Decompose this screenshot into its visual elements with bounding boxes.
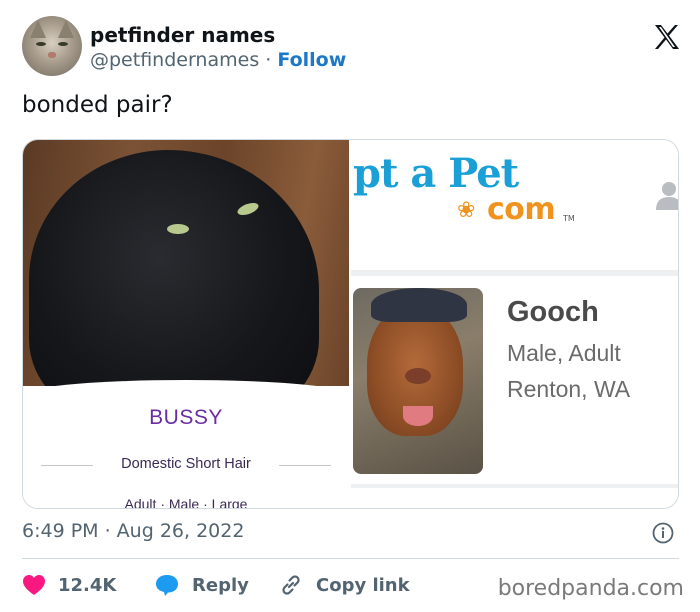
- heart-icon: [23, 575, 45, 595]
- handle-row: @petfindernames · Follow: [90, 49, 346, 71]
- pet-breed: Domestic Short Hair: [41, 456, 331, 472]
- copy-link-label: Copy link: [316, 574, 410, 596]
- pet-name-bussy: BUSSY: [149, 406, 223, 429]
- tweet-timestamp[interactable]: 6:49 PM · Aug 26, 2022: [22, 520, 244, 542]
- handle-separator: ·: [265, 49, 272, 71]
- adopt-a-pet-logo-com: com: [487, 192, 556, 227]
- reply-label: Reply: [192, 574, 249, 596]
- like-button[interactable]: 12.4K: [22, 570, 116, 600]
- watermark: boredpanda.com: [497, 576, 684, 601]
- dog-tongue: [403, 406, 433, 426]
- handle[interactable]: @petfindernames: [90, 49, 259, 71]
- pet-card-left: [23, 380, 349, 508]
- avatar-ear-left: [30, 20, 46, 38]
- pet-location: Renton, WA: [507, 376, 631, 402]
- speech-bubble-icon: [156, 575, 178, 596]
- pet-sex-age: Male, Adult: [507, 340, 621, 366]
- tweet-header: petfinder names @petfindernames · Follow: [22, 16, 682, 78]
- cat-eye-left: [167, 224, 189, 234]
- header-rule: [351, 270, 678, 276]
- cat-photo: [23, 140, 349, 386]
- adopt-a-pet-header: pt a Pet ❀ com TM: [351, 140, 678, 268]
- link-icon: [282, 575, 300, 595]
- user-silhouette-icon: [656, 182, 678, 210]
- avatar-nose: [48, 52, 56, 58]
- copy-link-button[interactable]: Copy link: [278, 570, 410, 600]
- reply-button[interactable]: Reply: [154, 570, 249, 600]
- paw-icon: ❀: [457, 198, 476, 223]
- follow-button[interactable]: Follow: [277, 49, 346, 71]
- dog-photo: [353, 288, 483, 474]
- avatar-eye-left: [36, 42, 46, 46]
- dog-cap: [371, 288, 467, 322]
- pet-name-gooch: Gooch: [507, 296, 599, 328]
- display-name[interactable]: petfinder names: [90, 23, 275, 47]
- black-cat: [29, 150, 319, 386]
- trademark: TM: [563, 214, 575, 223]
- media-left-bussy[interactable]: BUSSY Domestic Short Hair Adult · Male ·…: [23, 140, 349, 509]
- info-icon[interactable]: [652, 522, 674, 544]
- x-logo-icon[interactable]: [652, 22, 682, 52]
- media-right-gooch[interactable]: pt a Pet ❀ com TM Gooch Male, Adult Rent…: [351, 140, 678, 508]
- avatar-eye-right: [58, 42, 68, 46]
- pet-attributes: Adult · Male · Large: [124, 496, 248, 509]
- tweet-media[interactable]: BUSSY Domestic Short Hair Adult · Male ·…: [22, 139, 679, 509]
- footer-separator: [22, 558, 679, 559]
- card-rule: [351, 484, 678, 488]
- avatar-ear-right: [58, 20, 74, 38]
- adopt-a-pet-logo-text: pt a Pet: [353, 150, 519, 197]
- avatar[interactable]: [22, 16, 82, 76]
- dog-nose: [405, 368, 431, 384]
- like-count: 12.4K: [58, 574, 117, 596]
- tweet-text: bonded pair?: [22, 92, 173, 118]
